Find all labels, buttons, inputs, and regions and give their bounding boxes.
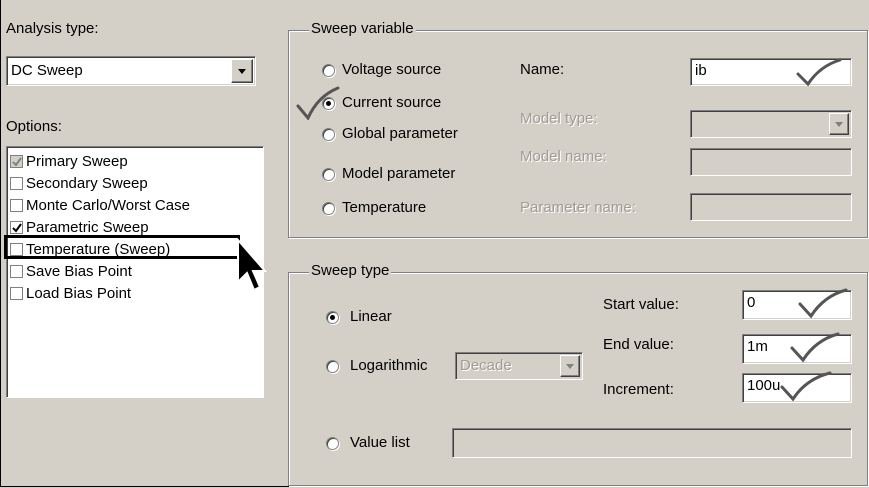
logarithmic-radio[interactable] xyxy=(326,360,339,373)
global-parameter-label[interactable]: Global parameter xyxy=(342,125,458,143)
mouse-pointer-icon xyxy=(237,238,268,292)
log-scale-select[interactable]: Decade xyxy=(455,352,583,380)
current-source-check-icon xyxy=(296,86,340,120)
option-label: Load Bias Point xyxy=(26,285,132,302)
start-value: 0 xyxy=(747,294,756,311)
option-label: Monte Carlo/Worst Case xyxy=(26,197,190,214)
model-name-label: Model name: xyxy=(520,148,607,165)
log-scale-value: Decade xyxy=(460,357,512,374)
temperature-label[interactable]: Temperature xyxy=(342,199,426,217)
end-check-icon xyxy=(790,332,840,363)
model-type-dropdown-button[interactable] xyxy=(829,113,849,135)
sweep-type-title: Sweep type xyxy=(309,262,392,280)
option-primary-sweep[interactable]: Primary Sweep xyxy=(7,151,261,173)
option-load-bias-point[interactable]: Load Bias Point xyxy=(7,283,261,305)
voltage-source-radio[interactable] xyxy=(322,64,335,77)
value-list-input[interactable] xyxy=(452,428,852,458)
sweep-variable-title: Sweep variable xyxy=(309,20,416,38)
name-check-icon xyxy=(796,58,842,87)
analysis-type-select[interactable]: DC Sweep xyxy=(6,56,256,86)
linear-radio[interactable] xyxy=(326,311,339,324)
increment-check-icon xyxy=(780,371,832,402)
end-value: 1m xyxy=(747,338,768,355)
start-check-icon xyxy=(798,288,848,319)
model-parameter-radio[interactable] xyxy=(322,168,335,181)
logarithmic-label[interactable]: Logarithmic xyxy=(350,357,428,375)
option-secondary-sweep[interactable]: Secondary Sweep xyxy=(7,173,261,195)
model-type-select[interactable] xyxy=(690,110,852,138)
voltage-source-label[interactable]: Voltage source xyxy=(342,61,441,79)
increment-label: Increment: xyxy=(603,381,674,398)
model-type-label: Model type: xyxy=(520,110,598,127)
option-save-bias-point[interactable]: Save Bias Point xyxy=(7,261,261,283)
value-list-radio[interactable] xyxy=(326,437,339,450)
option-monte-carlo[interactable]: Monte Carlo/Worst Case xyxy=(7,195,261,217)
parameter-name-label: Parameter name: xyxy=(520,199,636,216)
start-value-label: Start value: xyxy=(603,296,679,313)
chevron-down-icon xyxy=(835,122,843,127)
analysis-type-dropdown-button[interactable] xyxy=(231,59,253,83)
option-label: Save Bias Point xyxy=(26,263,132,280)
increment-value: 100u xyxy=(747,377,781,394)
save-bias-point-checkbox[interactable] xyxy=(10,265,23,278)
secondary-sweep-checkbox[interactable] xyxy=(10,177,23,190)
name-label: Name: xyxy=(520,61,565,78)
chevron-down-icon xyxy=(566,364,574,369)
model-name-input[interactable] xyxy=(690,148,852,176)
analysis-type-label: Analysis type: xyxy=(6,20,99,37)
model-parameter-label[interactable]: Model parameter xyxy=(342,165,455,183)
primary-sweep-checkbox[interactable] xyxy=(10,155,23,168)
load-bias-point-checkbox[interactable] xyxy=(10,287,23,300)
linear-label[interactable]: Linear xyxy=(350,308,392,326)
monte-carlo-checkbox[interactable] xyxy=(10,199,23,212)
temperature-radio[interactable] xyxy=(322,202,335,215)
parameter-name-input[interactable] xyxy=(690,193,852,221)
name-value: ib xyxy=(695,62,707,79)
options-label: Options: xyxy=(6,118,62,135)
log-scale-dropdown-button[interactable] xyxy=(560,355,580,377)
global-parameter-radio[interactable] xyxy=(322,128,335,141)
option-label: Primary Sweep xyxy=(26,153,128,170)
parametric-sweep-checkbox[interactable] xyxy=(10,221,23,234)
current-source-label[interactable]: Current source xyxy=(342,94,441,112)
chevron-down-icon xyxy=(238,69,246,74)
option-label: Secondary Sweep xyxy=(26,175,148,192)
end-value-label: End value: xyxy=(603,336,674,353)
parametric-sweep-highlight xyxy=(4,235,240,259)
analysis-type-value: DC Sweep xyxy=(11,62,83,79)
options-list[interactable]: Primary Sweep Secondary Sweep Monte Carl… xyxy=(6,146,264,398)
value-list-label[interactable]: Value list xyxy=(350,434,410,452)
